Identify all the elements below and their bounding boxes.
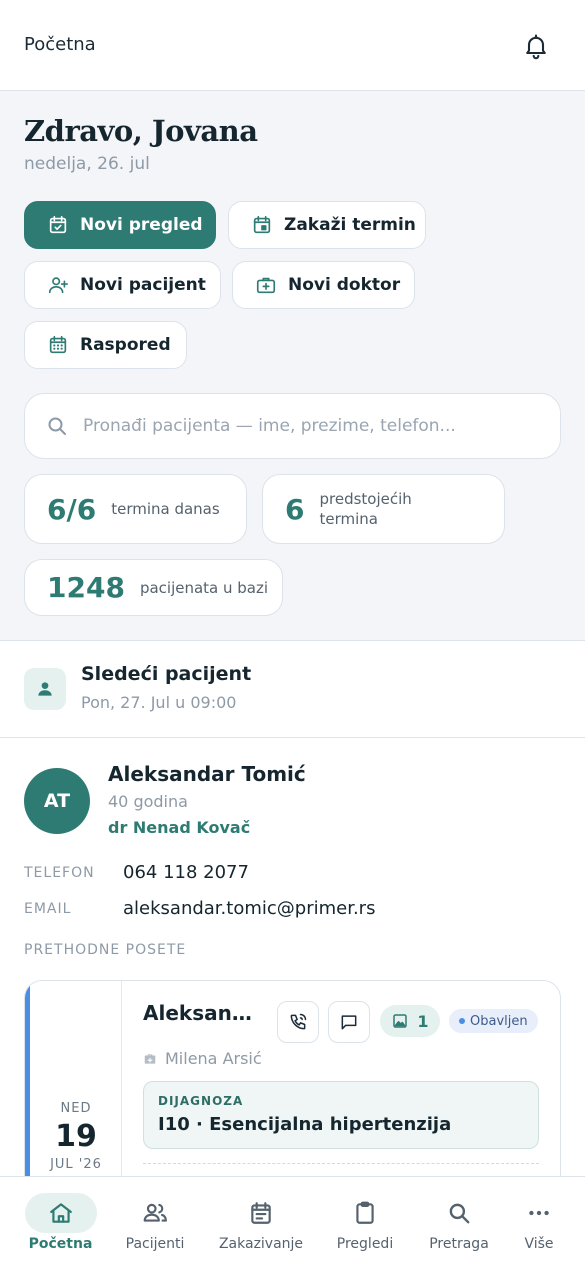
patient-card: AT Aleksandar Tomić 40 godina dr Nenad K… bbox=[0, 738, 585, 1240]
visit-month-year: JUL '26 bbox=[50, 1157, 102, 1172]
stat-upcoming-value: 6 bbox=[285, 492, 305, 526]
stat-patients[interactable]: 1248 pacijenata u bazi bbox=[24, 559, 283, 616]
medical-bag-icon bbox=[144, 1053, 156, 1064]
images-badge[interactable]: 1 bbox=[380, 1005, 440, 1037]
nav-search-indicator bbox=[423, 1193, 495, 1233]
phone-label: TELEFON bbox=[24, 865, 95, 881]
stat-upcoming[interactable]: 6 predstojećih termina bbox=[262, 474, 505, 544]
home-icon bbox=[49, 1203, 72, 1223]
top-bar: Početna bbox=[0, 0, 585, 91]
clipboard-icon bbox=[356, 1201, 374, 1224]
visit-weekday: NED bbox=[60, 1101, 92, 1116]
phone-call-icon bbox=[290, 1013, 307, 1030]
calendar-grid-icon bbox=[49, 335, 67, 354]
medical-bag-icon bbox=[256, 277, 276, 294]
greeting-date: nedelja, 26. jul bbox=[24, 154, 150, 174]
user-plus-icon bbox=[48, 277, 68, 294]
nav-home-label: Početna bbox=[28, 1236, 93, 1252]
visit-patient-name: Aleksandar Tomić bbox=[143, 1001, 261, 1025]
person-icon bbox=[38, 682, 52, 696]
avatar: AT bbox=[24, 768, 90, 834]
diagnosis-value: I10 · Esencijalna hipertenzija bbox=[158, 1114, 452, 1135]
diagnosis-box: DIJAGNOZA I10 · Esencijalna hipertenzija bbox=[143, 1081, 539, 1149]
new-doctor-label: Novi doktor bbox=[288, 275, 401, 295]
nav-exams-label: Pregledi bbox=[336, 1236, 394, 1252]
nav-search[interactable]: Pretraga bbox=[423, 1177, 495, 1266]
image-icon bbox=[393, 1014, 408, 1028]
stat-today[interactable]: 6/6 termina danas bbox=[24, 474, 247, 544]
stat-upcoming-label: predstojećih termina bbox=[319, 490, 412, 528]
nav-home-indicator bbox=[24, 1193, 97, 1233]
calendar-list-icon bbox=[251, 1202, 271, 1224]
nav-search-label: Pretraga bbox=[429, 1236, 489, 1252]
images-count: 1 bbox=[417, 1011, 429, 1031]
new-exam-label: Novi pregled bbox=[80, 215, 203, 235]
message-icon bbox=[341, 1015, 357, 1030]
next-patient-section[interactable]: Sledeći pacijent Pon, 27. Jul u 09:00 bbox=[0, 641, 585, 737]
email-value[interactable]: aleksandar.tomic@primer.rs bbox=[123, 898, 375, 919]
previous-visits-heading: PRETHODNE POSETE bbox=[24, 942, 187, 958]
calendar-icon bbox=[253, 215, 271, 234]
visit-doctor: Milena Arsić bbox=[143, 1049, 262, 1068]
stat-today-label: termina danas bbox=[111, 500, 220, 518]
new-doctor-button[interactable]: Novi doktor bbox=[232, 261, 415, 309]
stat-today-value: 6/6 bbox=[47, 492, 97, 526]
nav-patients-label: Pacijenti bbox=[125, 1236, 185, 1252]
greeting-title: Zdravo, Jovana bbox=[24, 114, 258, 148]
next-patient-time: Pon, 27. Jul u 09:00 bbox=[81, 693, 237, 712]
search-icon bbox=[449, 1203, 470, 1224]
nav-more-label: Više bbox=[524, 1236, 554, 1252]
nav-exams[interactable]: Pregledi bbox=[329, 1177, 401, 1266]
patient-doctor[interactable]: dr Nenad Kovač bbox=[108, 818, 250, 837]
nav-exams-indicator bbox=[329, 1193, 401, 1233]
search-input[interactable] bbox=[83, 416, 543, 436]
status-text: Obavljen bbox=[470, 1013, 528, 1029]
new-patient-button[interactable]: Novi pacijent bbox=[24, 261, 221, 309]
roster-button[interactable]: Raspored bbox=[24, 321, 187, 369]
nav-home[interactable]: Početna bbox=[24, 1177, 97, 1266]
nav-patients[interactable]: Pacijenti bbox=[119, 1177, 191, 1266]
phone-value[interactable]: 064 118 2077 bbox=[123, 862, 249, 883]
next-patient-title: Sledeći pacijent bbox=[81, 663, 252, 685]
patient-search[interactable] bbox=[24, 393, 561, 459]
status-badge: Obavljen bbox=[449, 1009, 538, 1033]
roster-label: Raspored bbox=[80, 335, 171, 355]
calendar-check-icon bbox=[49, 215, 67, 234]
patient-age: 40 godina bbox=[108, 792, 188, 811]
email-label: EMAIL bbox=[24, 901, 72, 917]
next-patient-badge bbox=[24, 668, 66, 710]
page-title: Početna bbox=[24, 34, 96, 55]
status-dot bbox=[459, 1018, 465, 1024]
visit-doctor-name: Milena Arsić bbox=[165, 1049, 262, 1068]
bell-icon[interactable] bbox=[522, 32, 550, 60]
nav-more-indicator bbox=[503, 1193, 575, 1233]
nav-patients-indicator bbox=[119, 1193, 191, 1233]
message-button[interactable] bbox=[328, 1001, 370, 1043]
bottom-nav: Početna Pacijenti Zakazivanje Pregledi P… bbox=[0, 1176, 585, 1266]
schedule-appointment-label: Zakaži termin bbox=[284, 215, 416, 235]
new-exam-button[interactable]: Novi pregled bbox=[24, 201, 216, 249]
diagnosis-label: DIJAGNOZA bbox=[158, 1094, 244, 1108]
more-icon bbox=[529, 1210, 549, 1216]
nav-scheduling[interactable]: Zakazivanje bbox=[217, 1177, 305, 1266]
visit-day: 19 bbox=[55, 1119, 97, 1154]
dashed-divider bbox=[143, 1163, 539, 1164]
nav-scheduling-label: Zakazivanje bbox=[218, 1236, 304, 1252]
stat-patients-label: pacijenata u bazi bbox=[139, 578, 269, 597]
schedule-appointment-button[interactable]: Zakaži termin bbox=[228, 201, 426, 249]
people-icon bbox=[143, 1203, 167, 1222]
nav-scheduling-indicator bbox=[225, 1193, 297, 1233]
call-button[interactable] bbox=[277, 1001, 319, 1043]
stat-patients-value: 1248 bbox=[47, 571, 125, 604]
new-patient-label: Novi pacijent bbox=[80, 275, 206, 295]
search-icon bbox=[48, 417, 66, 435]
patient-name: Aleksandar Tomić bbox=[108, 762, 306, 786]
nav-more[interactable]: Više bbox=[503, 1177, 575, 1266]
